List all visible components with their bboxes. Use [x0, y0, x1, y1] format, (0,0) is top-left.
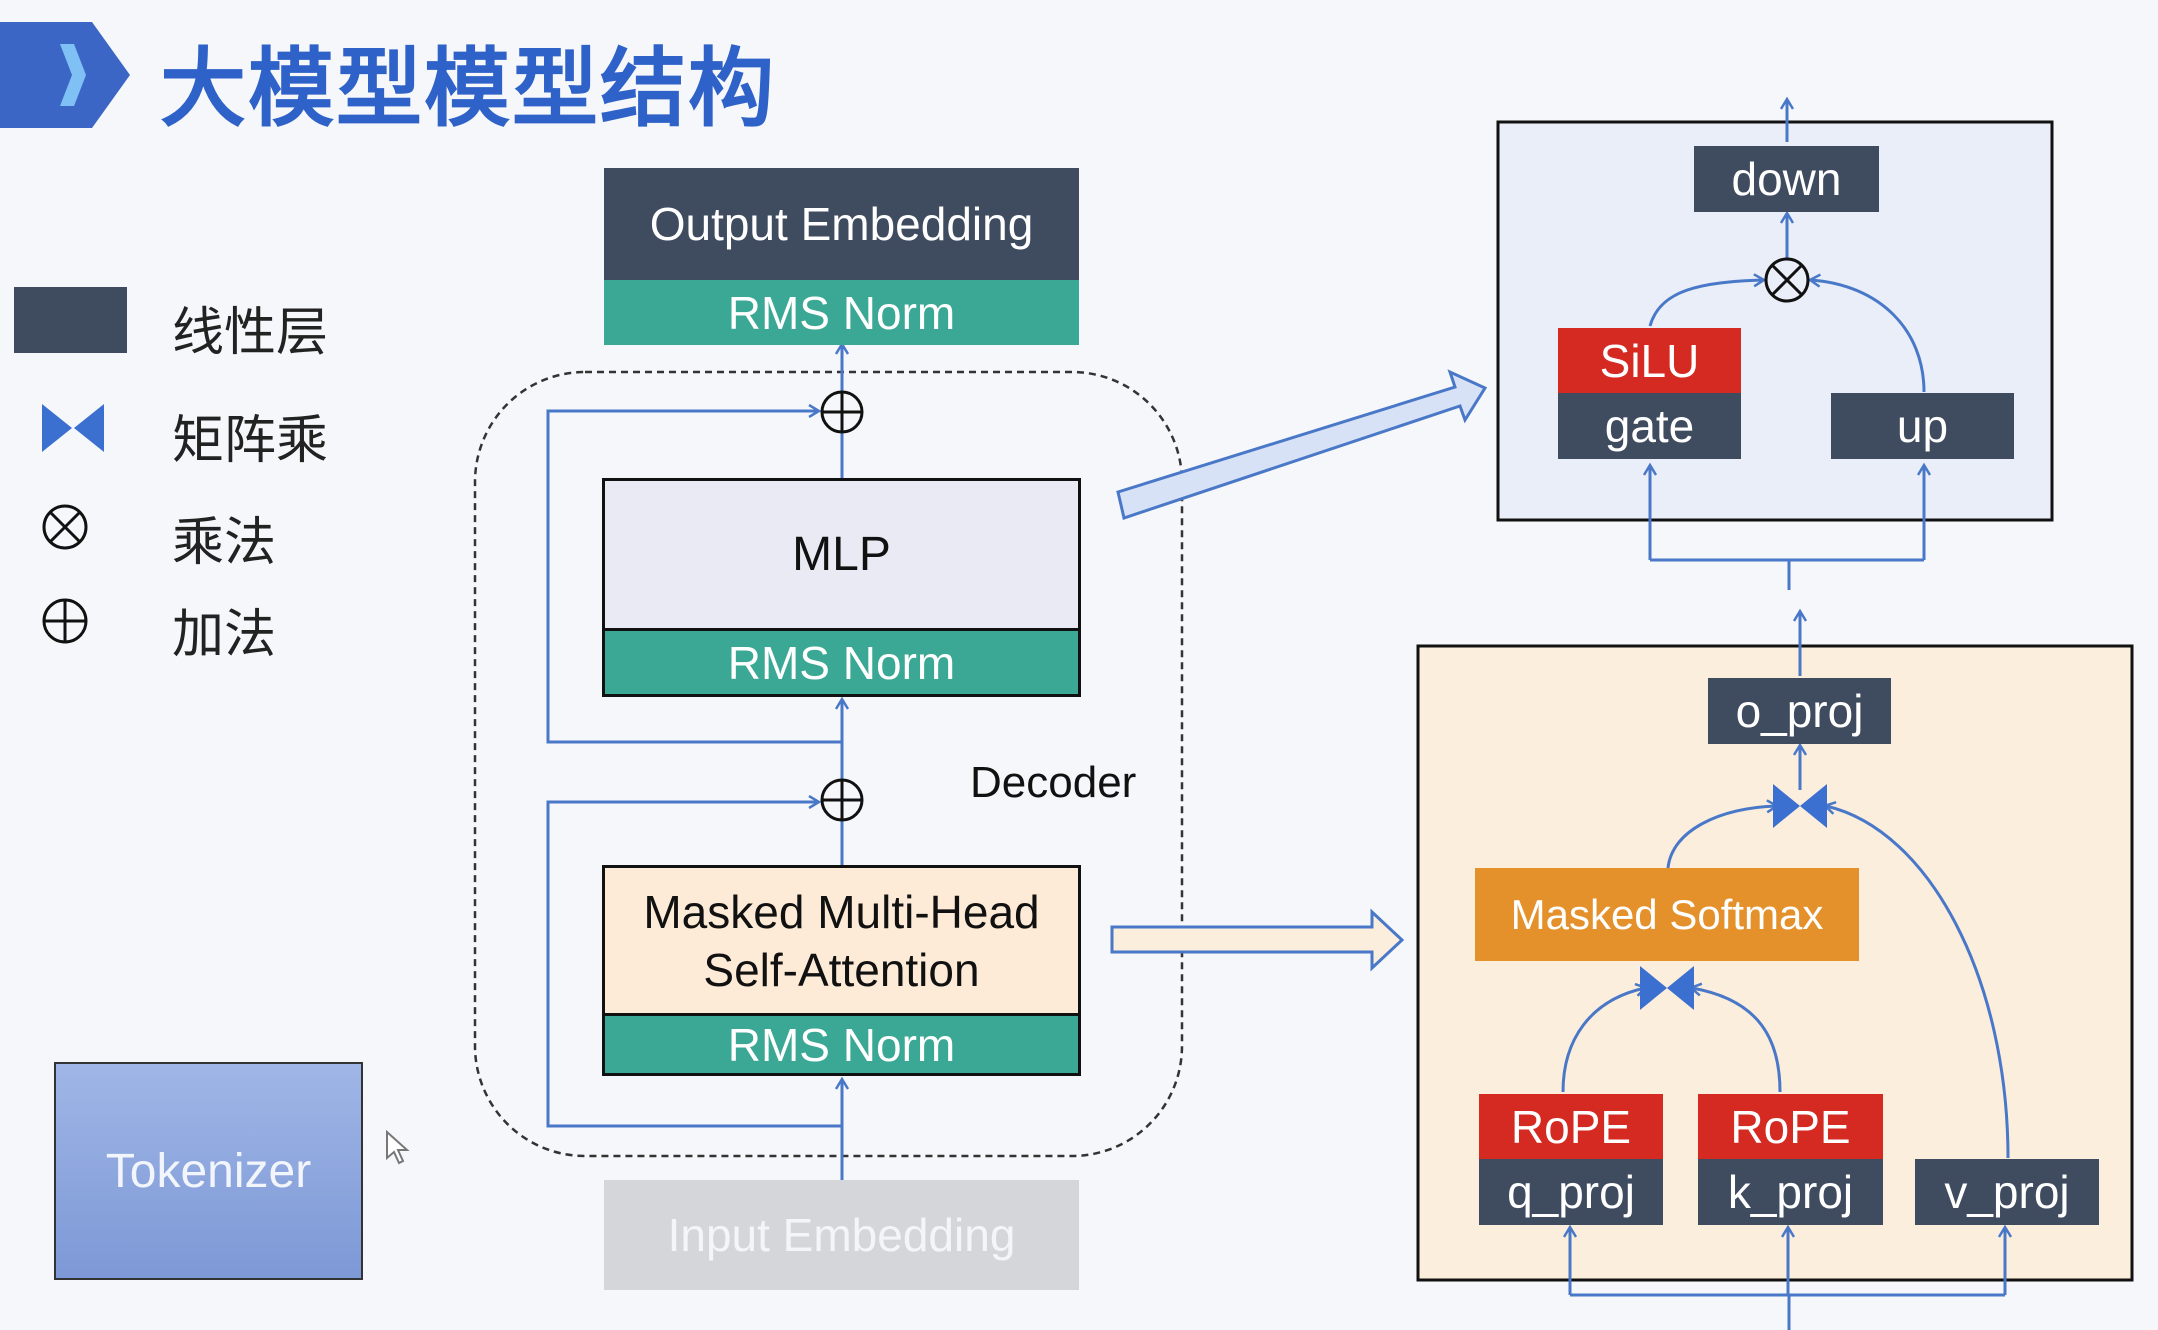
attention-label-line2: Self-Attention: [703, 943, 980, 996]
attention-box: Masked Multi-Head Self-Attention: [602, 865, 1081, 1013]
mlp-expand-arrow: [1116, 369, 1488, 520]
rope-q-box: RoPE: [1479, 1094, 1663, 1159]
q-proj-box: q_proj: [1479, 1159, 1663, 1225]
silu-box: SiLU: [1558, 328, 1741, 393]
masked-softmax-box: Masked Softmax: [1475, 868, 1859, 961]
attention-expand-arrow: [1110, 908, 1405, 972]
mlp-box: MLP: [602, 478, 1081, 628]
mlp-rms-norm-box: RMS Norm: [602, 628, 1081, 697]
output-rms-norm-box: RMS Norm: [604, 280, 1079, 345]
attention-label-line1: Masked Multi-Head: [643, 885, 1040, 938]
v-proj-box: v_proj: [1915, 1159, 2099, 1225]
up-proj-box: up: [1831, 393, 2014, 459]
k-proj-box: k_proj: [1698, 1159, 1883, 1225]
attention-rms-norm-box: RMS Norm: [602, 1013, 1081, 1076]
output-embedding-box: Output Embedding: [604, 168, 1079, 280]
decoder-label: Decoder: [970, 758, 1137, 807]
rope-k-box: RoPE: [1698, 1094, 1883, 1159]
input-embedding-box: Input Embedding: [604, 1180, 1079, 1290]
gate-proj-box: gate: [1558, 393, 1741, 459]
o-proj-box: o_proj: [1708, 678, 1891, 744]
down-proj-box: down: [1694, 146, 1879, 212]
gate-multiply-icon: [1764, 257, 1810, 303]
